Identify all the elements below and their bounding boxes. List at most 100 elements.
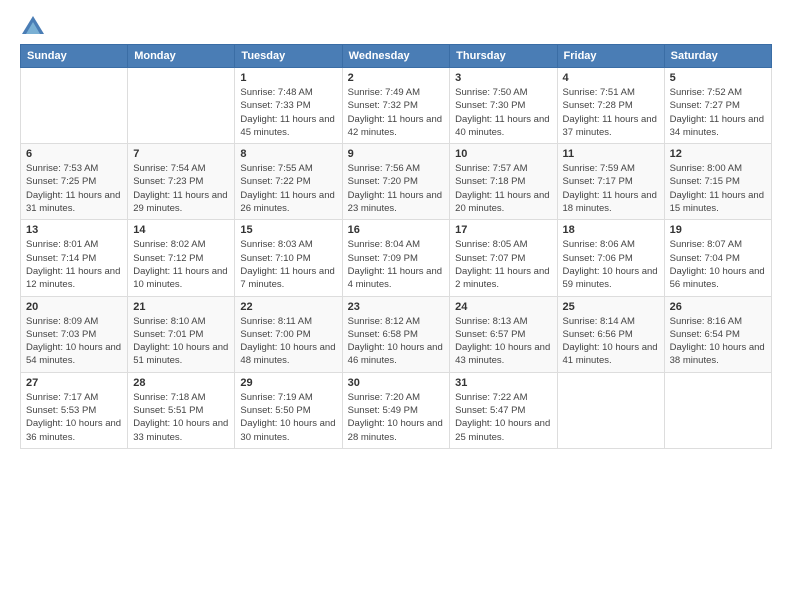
logo-icon — [22, 16, 44, 34]
day-info: Sunrise: 7:55 AMSunset: 7:22 PMDaylight:… — [240, 162, 336, 215]
day-info: Sunrise: 7:54 AMSunset: 7:23 PMDaylight:… — [133, 162, 229, 215]
day-number: 22 — [240, 301, 336, 313]
day-number: 18 — [563, 224, 659, 236]
calendar-cell: 29Sunrise: 7:19 AMSunset: 5:50 PMDayligh… — [235, 372, 342, 448]
calendar-cell: 6 Sunrise: 7:53 AMSunset: 7:25 PMDaylight… — [21, 144, 128, 220]
calendar-cell — [21, 68, 128, 144]
day-number: 7 — [133, 148, 229, 160]
logo — [20, 16, 44, 34]
calendar-cell: 15 Sunrise: 8:03 AMSunset: 7:10 PMDayligh… — [235, 220, 342, 296]
day-info: Sunrise: 8:12 AMSunset: 6:58 PMDaylight:… — [348, 315, 445, 368]
calendar-cell: 1 Sunrise: 7:48 AMSunset: 7:33 PMDaylight… — [235, 68, 342, 144]
calendar-cell: 14 Sunrise: 8:02 AMSunset: 7:12 PMDayligh… — [128, 220, 235, 296]
calendar-week-row: 6 Sunrise: 7:53 AMSunset: 7:25 PMDaylight… — [21, 144, 772, 220]
day-header-wednesday: Wednesday — [342, 45, 450, 68]
calendar-cell: 4 Sunrise: 7:51 AMSunset: 7:28 PMDaylight… — [557, 68, 664, 144]
day-info: Sunrise: 8:03 AMSunset: 7:10 PMDaylight:… — [240, 238, 336, 291]
calendar-week-row: 27 Sunrise: 7:17 AMSunset: 5:53 PMDayligh… — [21, 372, 772, 448]
day-info: Sunrise: 7:17 AMSunset: 5:53 PMDaylight:… — [26, 391, 122, 444]
calendar-cell: 25 Sunrise: 8:14 AMSunset: 6:56 PMDayligh… — [557, 296, 664, 372]
day-number: 4 — [563, 72, 659, 84]
calendar-cell: 17 Sunrise: 8:05 AMSunset: 7:07 PMDayligh… — [450, 220, 557, 296]
day-info: Sunrise: 8:10 AMSunset: 7:01 PMDaylight:… — [133, 315, 229, 368]
day-number: 16 — [348, 224, 445, 236]
calendar-week-row: 20 Sunrise: 8:09 AMSunset: 7:03 PMDayligh… — [21, 296, 772, 372]
calendar-week-row: 1 Sunrise: 7:48 AMSunset: 7:33 PMDaylight… — [21, 68, 772, 144]
day-number: 17 — [455, 224, 551, 236]
day-info: Sunrise: 8:09 AMSunset: 7:03 PMDaylight:… — [26, 315, 122, 368]
day-number: 29 — [240, 377, 336, 389]
day-info: Sunrise: 8:14 AMSunset: 6:56 PMDaylight:… — [563, 315, 659, 368]
calendar-week-row: 13 Sunrise: 8:01 AMSunset: 7:14 PMDayligh… — [21, 220, 772, 296]
day-info: Sunrise: 7:18 AMSunset: 5:51 PMDaylight:… — [133, 391, 229, 444]
day-number: 15 — [240, 224, 336, 236]
calendar-cell: 19Sunrise: 8:07 AMSunset: 7:04 PMDayligh… — [664, 220, 771, 296]
calendar-cell — [557, 372, 664, 448]
calendar-header-row: SundayMondayTuesdayWednesdayThursdayFrid… — [21, 45, 772, 68]
day-info: Sunrise: 8:04 AMSunset: 7:09 PMDaylight:… — [348, 238, 445, 291]
day-info: Sunrise: 7:59 AMSunset: 7:17 PMDaylight:… — [563, 162, 659, 215]
day-info: Sunrise: 8:16 AMSunset: 6:54 PMDaylight:… — [670, 315, 766, 368]
calendar-cell: 8Sunrise: 7:55 AMSunset: 7:22 PMDaylight… — [235, 144, 342, 220]
calendar-cell: 9 Sunrise: 7:56 AMSunset: 7:20 PMDaylight… — [342, 144, 450, 220]
calendar-cell: 20 Sunrise: 8:09 AMSunset: 7:03 PMDayligh… — [21, 296, 128, 372]
day-header-tuesday: Tuesday — [235, 45, 342, 68]
day-number: 30 — [348, 377, 445, 389]
day-info: Sunrise: 7:49 AMSunset: 7:32 PMDaylight:… — [348, 86, 445, 139]
day-info: Sunrise: 7:56 AMSunset: 7:20 PMDaylight:… — [348, 162, 445, 215]
calendar-cell: 23 Sunrise: 8:12 AMSunset: 6:58 PMDayligh… — [342, 296, 450, 372]
day-number: 11 — [563, 148, 659, 160]
day-number: 31 — [455, 377, 551, 389]
day-number: 24 — [455, 301, 551, 313]
calendar-cell: 18 Sunrise: 8:06 AMSunset: 7:06 PMDayligh… — [557, 220, 664, 296]
day-number: 21 — [133, 301, 229, 313]
day-number: 25 — [563, 301, 659, 313]
day-info: Sunrise: 8:01 AMSunset: 7:14 PMDaylight:… — [26, 238, 122, 291]
day-number: 10 — [455, 148, 551, 160]
day-info: Sunrise: 7:53 AMSunset: 7:25 PMDaylight:… — [26, 162, 122, 215]
day-info: Sunrise: 7:22 AMSunset: 5:47 PMDaylight:… — [455, 391, 551, 444]
day-number: 27 — [26, 377, 122, 389]
calendar-cell — [664, 372, 771, 448]
day-info: Sunrise: 8:02 AMSunset: 7:12 PMDaylight:… — [133, 238, 229, 291]
calendar-cell: 24 Sunrise: 8:13 AMSunset: 6:57 PMDayligh… — [450, 296, 557, 372]
day-number: 20 — [26, 301, 122, 313]
day-number: 1 — [240, 72, 336, 84]
day-info: Sunrise: 7:51 AMSunset: 7:28 PMDaylight:… — [563, 86, 659, 139]
day-number: 14 — [133, 224, 229, 236]
calendar-cell: 30 Sunrise: 7:20 AMSunset: 5:49 PMDayligh… — [342, 372, 450, 448]
day-header-friday: Friday — [557, 45, 664, 68]
day-info: Sunrise: 8:06 AMSunset: 7:06 PMDaylight:… — [563, 238, 659, 291]
calendar-cell: 13 Sunrise: 8:01 AMSunset: 7:14 PMDayligh… — [21, 220, 128, 296]
day-info: Sunrise: 7:20 AMSunset: 5:49 PMDaylight:… — [348, 391, 445, 444]
calendar-cell: 21 Sunrise: 8:10 AMSunset: 7:01 PMDayligh… — [128, 296, 235, 372]
calendar-cell: 16 Sunrise: 8:04 AMSunset: 7:09 PMDayligh… — [342, 220, 450, 296]
day-number: 19 — [670, 224, 766, 236]
calendar-cell: 3 Sunrise: 7:50 AMSunset: 7:30 PMDaylight… — [450, 68, 557, 144]
calendar-cell: 11 Sunrise: 7:59 AMSunset: 7:17 PMDayligh… — [557, 144, 664, 220]
calendar-table: SundayMondayTuesdayWednesdayThursdayFrid… — [20, 44, 772, 449]
calendar-cell: 27 Sunrise: 7:17 AMSunset: 5:53 PMDayligh… — [21, 372, 128, 448]
day-info: Sunrise: 7:57 AMSunset: 7:18 PMDaylight:… — [455, 162, 551, 215]
day-info: Sunrise: 8:00 AMSunset: 7:15 PMDaylight:… — [670, 162, 766, 215]
calendar-cell: 26Sunrise: 8:16 AMSunset: 6:54 PMDayligh… — [664, 296, 771, 372]
calendar-cell: 5 Sunrise: 7:52 AMSunset: 7:27 PMDaylight… — [664, 68, 771, 144]
day-number: 3 — [455, 72, 551, 84]
day-number: 5 — [670, 72, 766, 84]
day-header-sunday: Sunday — [21, 45, 128, 68]
day-info: Sunrise: 7:48 AMSunset: 7:33 PMDaylight:… — [240, 86, 336, 139]
day-header-monday: Monday — [128, 45, 235, 68]
calendar-cell: 22Sunrise: 8:11 AMSunset: 7:00 PMDayligh… — [235, 296, 342, 372]
day-info: Sunrise: 7:52 AMSunset: 7:27 PMDaylight:… — [670, 86, 766, 139]
day-number: 9 — [348, 148, 445, 160]
day-info: Sunrise: 7:50 AMSunset: 7:30 PMDaylight:… — [455, 86, 551, 139]
day-number: 23 — [348, 301, 445, 313]
day-info: Sunrise: 8:05 AMSunset: 7:07 PMDaylight:… — [455, 238, 551, 291]
calendar-cell: 12Sunrise: 8:00 AMSunset: 7:15 PMDayligh… — [664, 144, 771, 220]
page-header — [20, 16, 772, 34]
day-number: 13 — [26, 224, 122, 236]
day-info: Sunrise: 8:13 AMSunset: 6:57 PMDaylight:… — [455, 315, 551, 368]
day-number: 2 — [348, 72, 445, 84]
day-number: 28 — [133, 377, 229, 389]
day-number: 6 — [26, 148, 122, 160]
